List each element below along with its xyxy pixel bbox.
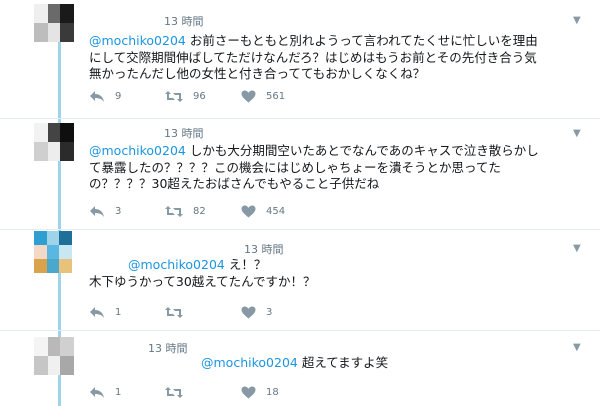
like-button[interactable]: 18 [241,386,279,399]
like-button[interactable]: 454 [241,205,285,218]
like-count: 454 [266,206,286,217]
like-icon [241,386,256,399]
tweet-line-2: 木下ゆうかって30越えてたんですか！？ [89,273,316,289]
reply-count: 3 [115,206,122,217]
retweet-icon [165,387,183,398]
reply-button[interactable]: 1 [89,386,121,399]
reply-icon [90,307,104,318]
retweet-button[interactable] [165,386,193,399]
mention-link[interactable]: @mochiko0204 [128,257,225,272]
caret-down-icon[interactable]: ▼ [573,128,581,139]
like-count: 18 [266,387,279,398]
thread-line [58,40,61,118]
retweet-button[interactable]: 96 [165,90,206,103]
like-count: 3 [266,307,273,318]
tweet-line-3: の？？？？30超えたおばさんでもやること子供だね [89,176,380,191]
tweet-line-2: て暴露したの？？？？この機会にはじめしゃちょーを潰そうとか思ってた [89,159,501,175]
avatar[interactable] [34,337,74,375]
tweet-actions: 1 3 [89,306,389,320]
reply-count: 9 [115,91,122,102]
tweet-time[interactable]: 13 時間 [164,125,204,141]
retweet-icon [165,307,183,318]
tweet-actions: 3 82 454 [89,205,389,219]
like-button[interactable]: 3 [241,306,272,319]
like-icon [241,205,256,218]
tweet-3[interactable]: 13 時間 ▼ @mochiko0204 え！？ 木下ゆうかって30越えてたんで… [0,230,600,330]
tweet-text: @mochiko0204 超えてますよ笑 [201,355,388,372]
reply-count: 1 [115,307,122,318]
avatar[interactable] [34,231,72,273]
tweet-1[interactable]: 13 時間 ▼ @mochiko0204 お前さーもともと別れようって言われてた… [0,0,600,118]
caret-down-icon[interactable]: ▼ [573,15,581,26]
tweet-line-1: @mochiko0204 え！？ [128,257,267,272]
reply-icon [90,387,104,398]
tweet-actions: 9 96 561 [89,90,389,104]
reply-icon [90,91,104,102]
tweet-line-3: 無かったんだし他の女性と付き合っててもおかしくなくね？ [89,66,426,81]
reply-button[interactable]: 3 [89,205,121,218]
retweet-count: 96 [193,91,206,102]
tweet-text: @mochiko0204 お前さーもともと別れようって言われてたくせに忙しいを理… [89,33,538,83]
tweet-text: @mochiko0204 え！？ 木下ゆうかって30越えてたんですか！？ [89,257,316,290]
reply-button[interactable]: 1 [89,306,121,319]
retweet-button[interactable]: 82 [165,205,206,218]
like-count: 561 [266,91,286,102]
like-icon [241,306,256,319]
avatar[interactable] [34,123,74,161]
tweet-4[interactable]: 13 時間 ▼ @mochiko0204 超えてますよ笑 1 18 [0,331,600,406]
retweet-count: 82 [193,206,206,217]
tweet-actions: 1 18 [89,386,389,400]
avatar[interactable] [34,4,74,42]
retweet-button[interactable] [165,306,193,319]
like-icon [241,90,256,103]
reply-count: 1 [115,387,122,398]
reply-button[interactable]: 9 [89,90,121,103]
tweet-time[interactable]: 13 時間 [164,13,204,29]
retweet-icon [165,206,183,217]
like-button[interactable]: 561 [241,90,285,103]
caret-down-icon[interactable]: ▼ [573,243,581,254]
mention-link[interactable]: @mochiko0204 [89,143,186,158]
reply-icon [90,206,104,217]
tweet-text: @mochiko0204 しかも大分期間空いたあとでなんであのキャスで泣き散らか… [89,143,539,193]
tweet-line-1: @mochiko0204 お前さーもともと別れようって言われてたくせに忙しいを理… [89,33,538,48]
tweet-line-1: @mochiko0204 しかも大分期間空いたあとでなんであのキャスで泣き散らか… [89,143,539,158]
tweet-line-1: @mochiko0204 超えてますよ笑 [201,355,389,370]
tweet-line-2: にして交際期間伸ばしてただけなんだろ？はじめはもうお前とその先付き合う気 [89,49,537,65]
tweet-time[interactable]: 13 時間 [244,241,284,257]
retweet-icon [165,91,183,102]
tweet-time[interactable]: 13 時間 [148,340,188,356]
mention-link[interactable]: @mochiko0204 [89,33,186,48]
tweet-2[interactable]: 13 時間 ▼ @mochiko0204 しかも大分期間空いたあとでなんであのキ… [0,119,600,229]
mention-link[interactable]: @mochiko0204 [201,355,298,370]
caret-down-icon[interactable]: ▼ [573,342,581,353]
